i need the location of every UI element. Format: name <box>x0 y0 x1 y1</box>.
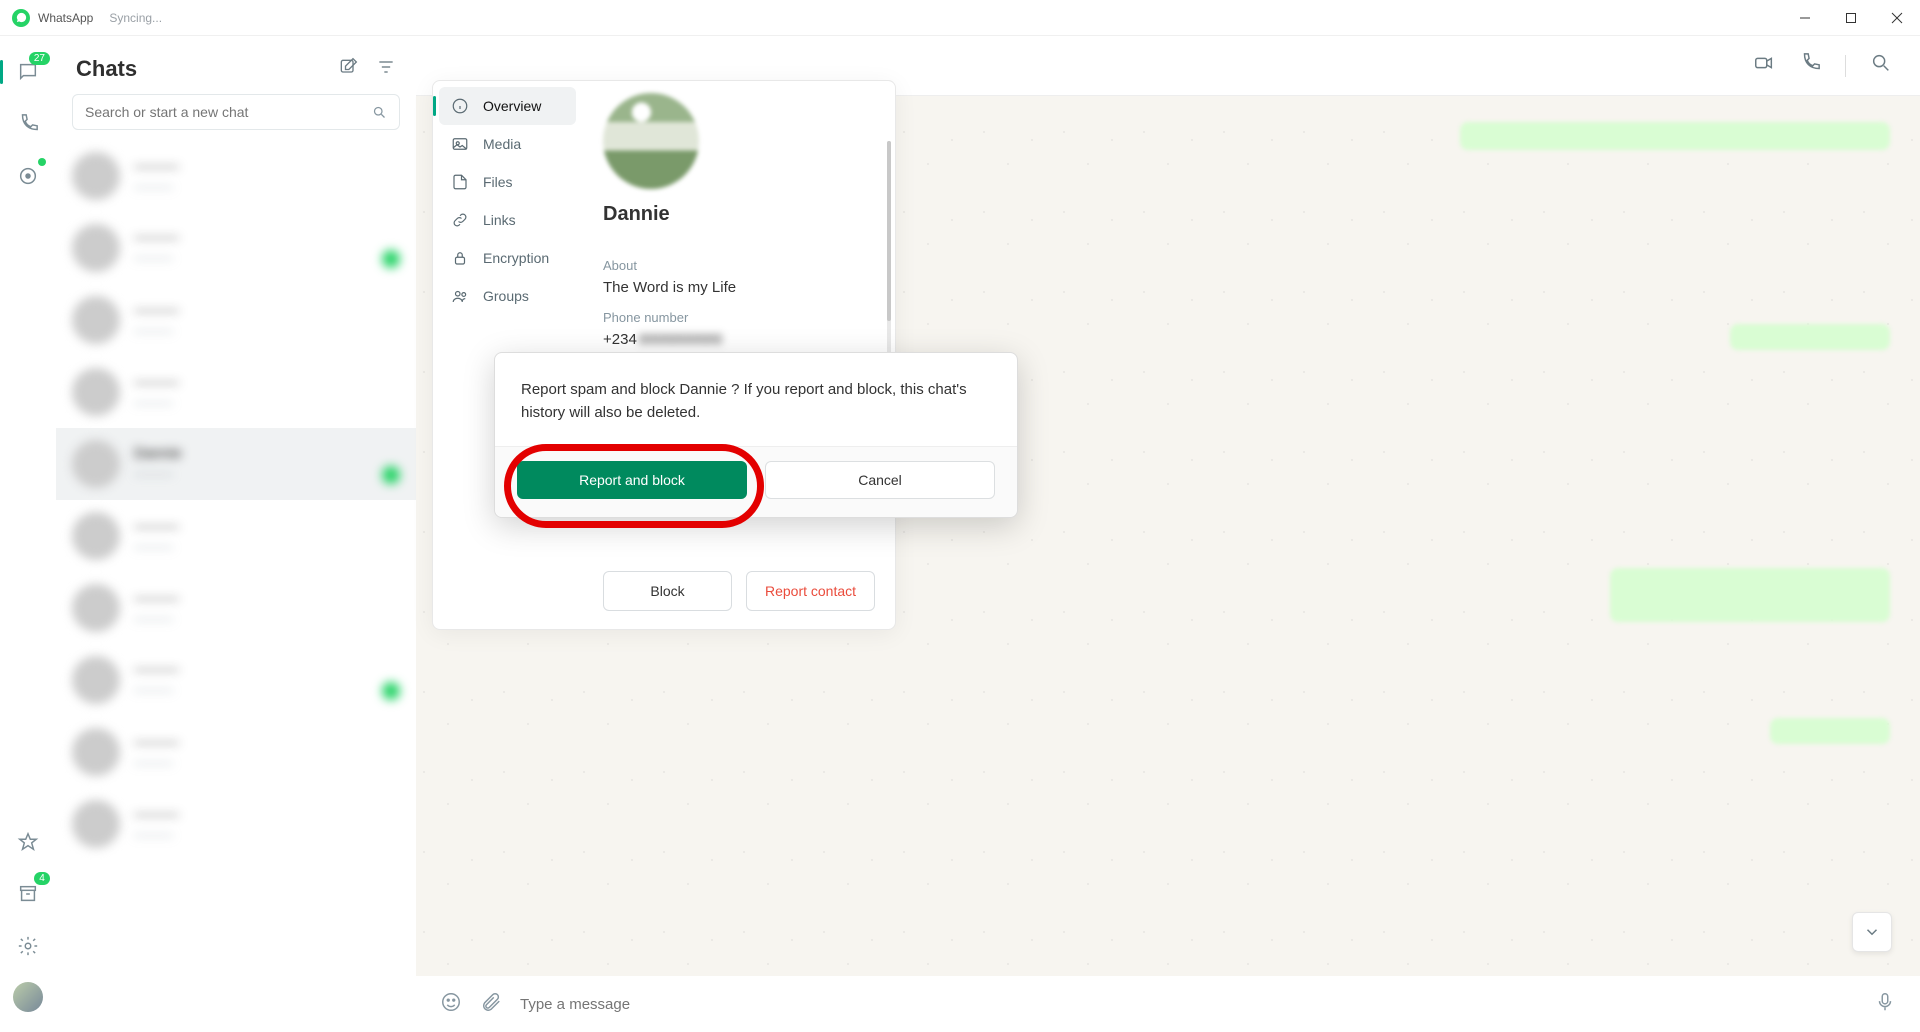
dialog-message: Report spam and block Dannie ? If you re… <box>495 353 1017 446</box>
dialog-actions: Report and block Cancel <box>495 446 1017 517</box>
report-and-block-button[interactable]: Report and block <box>517 461 747 499</box>
dimmer <box>0 36 1920 1032</box>
titlebar: WhatsApp Syncing... <box>0 0 1920 36</box>
window-minimize-button[interactable] <box>1782 0 1828 36</box>
report-block-dialog: Report spam and block Dannie ? If you re… <box>494 352 1018 518</box>
window-close-button[interactable] <box>1874 0 1920 36</box>
sync-status: Syncing... <box>109 11 162 25</box>
window-controls <box>1782 0 1920 36</box>
window-maximize-button[interactable] <box>1828 0 1874 36</box>
cancel-button[interactable]: Cancel <box>765 461 995 499</box>
app-name: WhatsApp <box>38 11 93 25</box>
whatsapp-logo-icon <box>12 9 30 27</box>
